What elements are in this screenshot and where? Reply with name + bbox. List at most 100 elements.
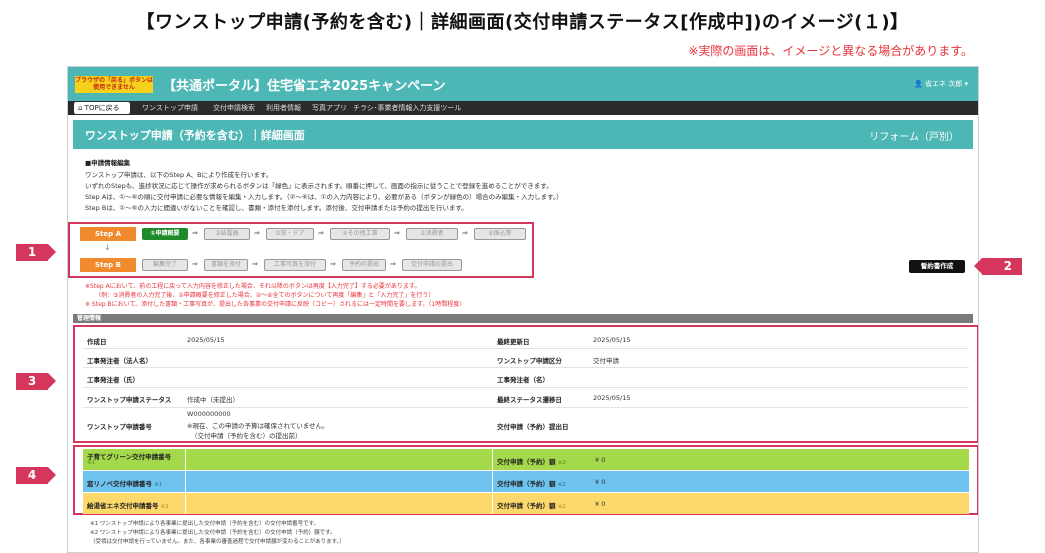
page-category: リフォーム（戸別） xyxy=(869,132,959,143)
step-a-dew-button[interactable]: ②結露器 xyxy=(204,228,250,240)
step-b-reserve-button[interactable]: 予約の提出 xyxy=(342,259,386,271)
arrow-icon: ⇒ xyxy=(192,260,198,268)
step-a-other-button[interactable]: ④その他工事 xyxy=(330,228,390,240)
grant-row-kyuto: 給湯省エネ交付申請番号 ※1 交付申請（予約）額 ※2 ¥ 0 xyxy=(83,493,969,514)
step-b-complete-button[interactable]: 編集完了 xyxy=(142,259,188,271)
step-b-label: Step B xyxy=(80,258,136,272)
callout-4: 4 xyxy=(16,467,56,484)
main-nav: ⌂ TOPに戻る ワンストップ申請 交付申請検索 利用者情報 写真アプリ チラシ… xyxy=(68,101,978,115)
grant-label-text: 給湯省エネ交付申請番号 xyxy=(87,502,159,510)
amount-note: ※2 xyxy=(557,504,566,510)
home-icon: ⌂ xyxy=(78,104,85,112)
label-orderer-last: 工事発注者（氏） xyxy=(87,376,139,384)
grant-note: ※1 xyxy=(154,482,163,488)
label-onestop-number: ワンストップ申請番号 xyxy=(87,423,152,431)
app-window: ブラウザの「戻る」ボタンは使用できません 【共通ポータル】住宅省エネ2025キャ… xyxy=(67,66,979,553)
label-created: 作成日 xyxy=(87,338,107,346)
page-header: ワンストップ申請（予約を含む）｜詳細画面 リフォーム（戸別） xyxy=(73,120,973,149)
page-title: ワンストップ申請（予約を含む）｜詳細画面 xyxy=(85,129,305,142)
arrow-icon: ⇒ xyxy=(390,260,396,268)
value-onestop-type: 交付申請 xyxy=(593,357,619,365)
amount-label: 交付申請（予約）額 ※2 xyxy=(497,500,566,510)
step-a-summary-button[interactable]: ①申請概要 xyxy=(142,228,188,240)
label-onestop-type: ワンストップ申請区分 xyxy=(497,357,562,365)
info-line: Step Aは、①～⑥の順に交付申請に必要な情報を編集・入力します。（②～⑥は、… xyxy=(85,193,563,201)
label-orderer-corp: 工事発注者（法人名） xyxy=(87,357,152,365)
arrow-icon: ⇒ xyxy=(252,260,258,268)
grant-number-cell xyxy=(185,493,493,514)
table-row: 工事発注者（氏） 工事発注者（名） xyxy=(83,368,969,388)
disclaimer-note: ※実際の画面は、イメージと異なる場合があります。 xyxy=(688,44,973,58)
nav-home-label: TOPに戻る xyxy=(84,104,120,112)
amount-note: ※2 xyxy=(557,482,566,488)
footnote: （受領は交付申請を行っていません。また、各事業の審査過程で交付申請額が変わること… xyxy=(90,539,345,545)
nav-photo-app[interactable]: 写真アプリ xyxy=(312,103,347,113)
step-b-submit-button[interactable]: 交付申請の提出 xyxy=(402,259,462,271)
portal-title: 【共通ポータル】住宅省エネ2025キャンペーン xyxy=(163,79,446,94)
label-status: ワンストップ申請ステータス xyxy=(87,396,172,404)
step-b-photos-button[interactable]: 工事写真を添付 xyxy=(264,259,326,271)
info-title: ■申請情報編集 xyxy=(85,159,131,167)
value-created: 2025/05/15 xyxy=(187,336,225,344)
footnote: ※1 ワンストップ申請により各事業に提出した交付申請（予約を含む）の交付申請番号… xyxy=(90,521,320,527)
portal-header: ブラウザの「戻る」ボタンは使用できません 【共通ポータル】住宅省エネ2025キャ… xyxy=(68,67,978,101)
mgmt-section-header: 管理情報 xyxy=(73,314,973,323)
budget-note: ※現在、この申請の予算は確保されていません。 xyxy=(187,422,329,430)
arrow-icon: ⇒ xyxy=(394,229,400,237)
amount-label-text: 交付申請（予約）額 xyxy=(497,480,556,488)
grant-table: 子育てグリーン交付申請番号 ※1 交付申請（予約）額 ※2 ¥ 0 窓リノベ交付… xyxy=(73,445,978,515)
document-title: 【ワンストップ申請(予約を含む)｜詳細画面(交付申請ステータス[作成中])のイメ… xyxy=(136,12,909,33)
arrow-icon: ⇒ xyxy=(254,229,260,237)
pledge-create-button[interactable]: 誓約書作成 xyxy=(909,260,965,273)
label-status-date: 最終ステータス遷移日 xyxy=(497,396,562,404)
step-a-label: Step A xyxy=(80,227,136,241)
step-a-consumer-button[interactable]: ⑤消費者 xyxy=(406,228,458,240)
arrow-icon: ⇒ xyxy=(462,229,468,237)
table-row: ワンストップ申請ステータス 作成中（未提出） 最終ステータス遷移日 2025/0… xyxy=(83,388,969,408)
label-orderer-first: 工事発注者（名） xyxy=(497,376,549,384)
warning-note: ※Step Aにおいて、前の工程に戻って入力内容を修正した場合、それ以降のボタン… xyxy=(85,283,421,290)
user-menu[interactable]: 👤 省エネ 次郎 ▾ xyxy=(914,79,968,89)
grant-label: 窓リノベ交付申請番号 ※1 xyxy=(87,478,162,488)
grant-label: 給湯省エネ交付申請番号 ※1 xyxy=(87,500,169,510)
mgmt-info-table: 作成日 2025/05/15 最終更新日 2025/05/15 工事発注者（法人… xyxy=(73,325,978,443)
label-updated: 最終更新日 xyxy=(497,338,530,346)
amount-label-text: 交付申請（予約）額 xyxy=(497,502,556,510)
arrow-icon: ⇒ xyxy=(330,260,336,268)
arrow-icon: ⇒ xyxy=(318,229,324,237)
warning-note: （例：⑤消費者の入力完了後、①申請概要を修正した場合、②～⑥全てのボタンについて… xyxy=(95,292,435,299)
down-arrow-icon: ↓ xyxy=(104,243,111,252)
footnote: ※2 ワンストップ申請により各事業に提出した交付申請（予約を含む）の交付申請（予… xyxy=(90,530,336,536)
value-status-date: 2025/05/15 xyxy=(593,394,631,402)
info-line: ワンストップ申請は、以下のStep A、Bにより作成を行います。 xyxy=(85,171,273,179)
callout-2: 2 xyxy=(974,258,1022,275)
callout-1: 1 xyxy=(16,244,56,261)
arrow-icon: ⇒ xyxy=(192,229,198,237)
grant-row-madoreno: 窓リノベ交付申請番号 ※1 交付申請（予約）額 ※2 ¥ 0 xyxy=(83,471,969,492)
amount-label-text: 交付申請（予約）額 xyxy=(497,458,556,466)
step-a-transfer-button[interactable]: ⑥振込等 xyxy=(474,228,526,240)
back-button-notice: ブラウザの「戻る」ボタンは使用できません xyxy=(75,76,154,93)
amount-note: ※2 xyxy=(557,460,566,466)
nav-user-info[interactable]: 利用者情報 xyxy=(266,103,301,113)
table-row: 工事発注者（法人名） ワンストップ申請区分 交付申請 xyxy=(83,349,969,368)
nav-flyer-tool[interactable]: チラシ･事業者情報入力支援ツール xyxy=(353,103,461,113)
table-row: ワンストップ申請番号 W000000000 ※現在、この申請の予算は確保されてい… xyxy=(83,408,969,441)
grant-row-kosodate: 子育てグリーン交付申請番号 ※1 交付申請（予約）額 ※2 ¥ 0 xyxy=(83,449,969,470)
nav-onestop[interactable]: ワンストップ申請 xyxy=(142,103,198,113)
budget-note-sub: （交付申請（予約を含む）の提出前） xyxy=(191,432,302,440)
amount-label: 交付申請（予約）額 ※2 xyxy=(497,478,566,488)
grant-number-cell xyxy=(185,449,493,470)
nav-grant-search[interactable]: 交付申請検索 xyxy=(213,103,255,113)
amount-value: ¥ 0 xyxy=(595,478,606,486)
value-status: 作成中（未提出） xyxy=(187,396,239,404)
step-a-window-button[interactable]: ③窓・ドア xyxy=(266,228,314,240)
grant-label-text: 窓リノベ交付申請番号 xyxy=(87,480,152,488)
value-updated: 2025/05/15 xyxy=(593,336,631,344)
value-onestop-number: W000000000 xyxy=(187,410,231,418)
nav-home-button[interactable]: ⌂ TOPに戻る xyxy=(74,102,130,114)
grant-note: ※1 xyxy=(160,504,169,510)
step-b-docs-button[interactable]: 書類を添付 xyxy=(204,259,248,271)
amount-label: 交付申請（予約）額 ※2 xyxy=(497,456,566,466)
warning-note: ※ Step Bにおいて、添付した書類・工事写真が、提出した各事業の交付申請に反… xyxy=(85,301,466,308)
